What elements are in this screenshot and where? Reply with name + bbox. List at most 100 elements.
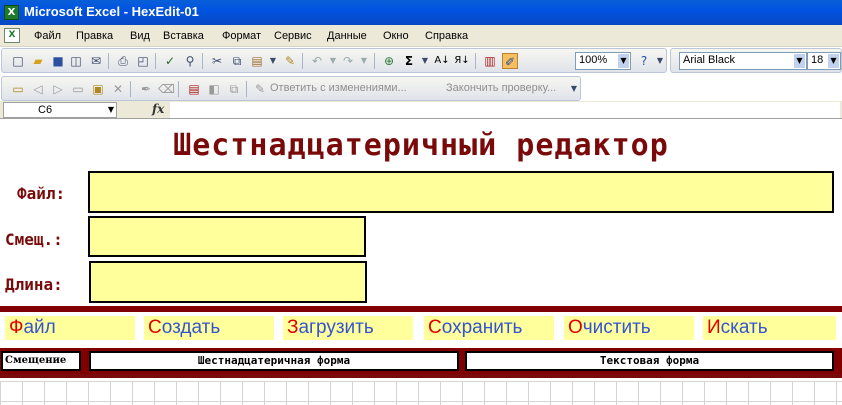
paste-icon[interactable]: ▤ [249,53,265,69]
toolbar-separator [130,81,131,97]
new-comment-icon[interactable]: ▭ [10,81,26,97]
toolbar-separator [108,53,109,69]
save-icon[interactable]: ■ [50,53,66,69]
toolbar-separator [155,53,156,69]
show-all-comments-icon[interactable]: ▣ [90,81,106,97]
format-painter-icon[interactable]: ✎ [282,53,298,69]
chevron-down-icon[interactable]: ▼ [108,103,114,117]
paste-dropdown-icon[interactable]: ▼ [265,53,281,69]
cut-icon[interactable]: ✂ [209,53,225,69]
toolbar-separator [202,53,203,69]
chart-wizard-icon[interactable]: ▥ [482,53,498,69]
print-preview-icon[interactable]: ◰ [135,53,151,69]
update-file-icon[interactable]: ◧ [206,81,222,97]
toolbar-separator [374,53,375,69]
menu-file[interactable]: Файл [34,30,61,42]
formula-input[interactable] [170,102,840,118]
help-dropdown-icon[interactable]: ▼ [652,53,668,69]
name-box[interactable]: C6 ▼ [3,102,117,118]
font-size-value: 18 [811,54,824,66]
new-icon[interactable]: □ [10,53,26,69]
autosum-dropdown-icon[interactable]: ▼ [417,53,433,69]
excel-document-icon[interactable]: X [4,28,20,43]
header-underline [0,374,842,378]
track-changes-icon[interactable]: ▤ [186,81,202,97]
toolbar-separator [475,53,476,69]
permission-icon[interactable]: ◫ [68,53,84,69]
copy-icon[interactable]: ⧉ [229,53,245,69]
menu-view[interactable]: Вид [130,30,150,42]
menu-edit[interactable]: Правка [76,30,113,42]
show-comment-icon[interactable]: ▭ [70,81,86,97]
end-review-button[interactable]: Закончить проверку... [446,82,556,94]
hyperlink-icon[interactable]: ⊕ [381,53,397,69]
toolbar-separator [302,53,303,69]
font-size-select[interactable]: 18 ▼ [807,52,841,70]
create-button[interactable]: Создать [144,316,274,340]
offset-field[interactable] [88,216,366,257]
menu-format[interactable]: Формат [222,30,261,42]
insert-function-icon[interactable]: fx [152,102,164,116]
file-button[interactable]: Файл [5,316,135,340]
load-button[interactable]: Загрузить [283,316,413,340]
cell-grid[interactable] [0,381,842,405]
spelling-icon[interactable]: ✓ [162,53,178,69]
zoom-select[interactable]: 100% ▼ [575,52,631,70]
menu-tools[interactable]: Сервис [274,30,312,42]
offset-label: Смещ.: [5,230,63,249]
drawing-icon[interactable]: ✐ [502,53,518,69]
sort-ascending-icon[interactable]: A↓ [434,53,450,69]
font-name-select[interactable]: Arial Black ▼ [679,52,807,70]
window-title-bar: X Microsoft Excel - HexEdit-01 [0,0,842,25]
autosum-icon[interactable]: Σ [401,53,417,69]
menu-window[interactable]: Окно [383,30,409,42]
eraser-icon[interactable]: ⌫ [158,81,175,97]
clear-button[interactable]: Очистить [564,316,694,340]
chevron-down-icon[interactable]: ▼ [828,54,839,68]
length-label: Длина: [5,275,63,294]
font-name-value: Arial Black [683,54,735,66]
previous-comment-icon[interactable]: ◁ [30,81,46,97]
undo-icon[interactable]: ↶ [309,53,325,69]
zoom-value: 100% [579,54,608,66]
open-icon[interactable]: ▰ [30,53,46,69]
formatting-toolbar: Arial Black ▼ 18 ▼ [670,48,842,73]
redo-icon[interactable]: ↷ [340,53,356,69]
menu-data[interactable]: Данные [327,30,367,42]
reply-with-changes-icon[interactable]: ✎ [252,81,268,97]
delete-comment-icon[interactable]: ✕ [110,81,126,97]
hex-column-header: Шестнадцатеричная форма [89,351,459,371]
email-icon[interactable]: ✉ [88,53,104,69]
toolbar-options-icon[interactable]: ▼ [566,81,582,97]
worksheet[interactable]: Шестнадцатеричный редактор Файл: Смещ.: … [0,119,842,405]
sheet-title: Шестнадцатеричный редактор [173,128,669,163]
send-icon[interactable]: ⧉ [226,81,242,97]
menu-insert[interactable]: Вставка [163,30,204,42]
chevron-down-icon[interactable]: ▼ [794,54,805,68]
offset-column-header: Смещение [1,351,81,371]
length-field[interactable] [89,261,367,303]
print-icon[interactable]: ⎙ [115,53,131,69]
next-comment-icon[interactable]: ▷ [50,81,66,97]
sort-descending-icon[interactable]: Я↓ [454,53,470,69]
menu-bar: X Файл Правка Вид Вставка Формат Сервис … [0,25,842,47]
action-button-row: Файл Создать Загрузить Сохранить Очистит… [0,313,842,343]
ink-annotation-icon[interactable]: ✒ [138,81,154,97]
reply-with-changes-button[interactable]: Ответить с изменениями... [270,82,407,94]
chevron-down-icon[interactable]: ▼ [618,54,629,68]
cell-reference: C6 [38,104,53,116]
search-button[interactable]: Искать [703,316,836,340]
text-column-header: Текстовая форма [465,351,834,371]
toolbar-separator [178,81,179,97]
undo-dropdown-icon[interactable]: ▼ [325,53,341,69]
file-field[interactable] [88,171,834,213]
research-icon[interactable]: ⚲ [182,53,198,69]
separator-bar [0,306,842,312]
reviewing-toolbar: ▭ ◁ ▷ ▭ ▣ ✕ ✒ ⌫ ▤ ◧ ⧉ ✎ Ответить с измен… [1,76,581,101]
redo-dropdown-icon[interactable]: ▼ [356,53,372,69]
excel-icon[interactable]: X [4,5,19,20]
menu-help[interactable]: Справка [425,30,468,42]
save-button[interactable]: Сохранить [424,316,554,340]
help-icon[interactable]: ? [636,53,652,69]
toolbar-separator [246,81,247,97]
